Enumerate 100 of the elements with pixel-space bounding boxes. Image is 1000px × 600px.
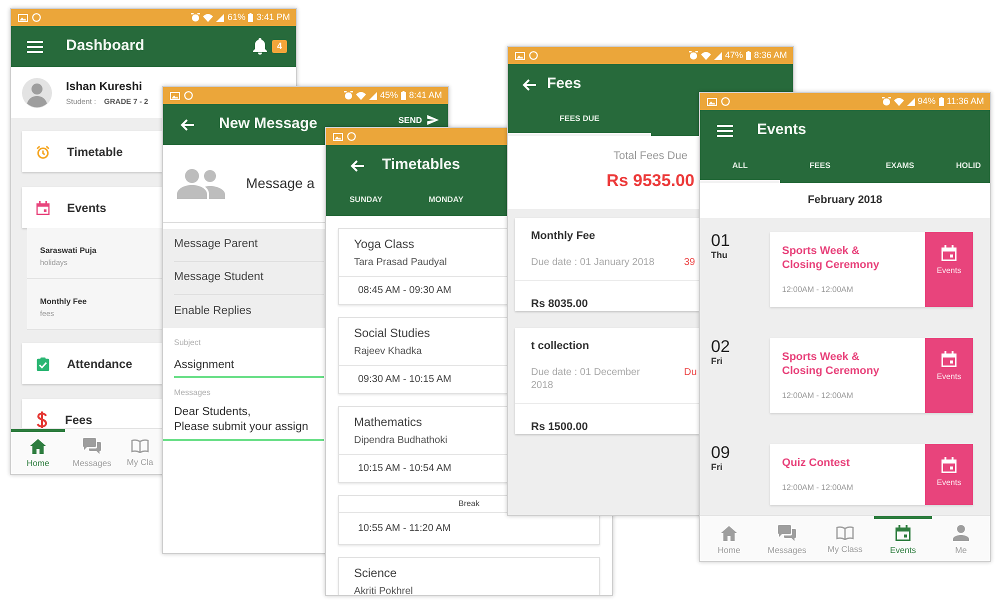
recipients-text[interactable]: Message a xyxy=(246,173,314,194)
period-time: 09:30 AM - 10:15 AM xyxy=(358,373,452,386)
bell-icon[interactable] xyxy=(252,38,267,55)
battery-icon xyxy=(746,51,751,60)
menu-icon[interactable] xyxy=(27,40,43,52)
chat-icon xyxy=(83,438,101,454)
back-arrow-icon[interactable] xyxy=(350,160,364,172)
category-label: Events xyxy=(936,372,962,382)
menu-item[interactable]: Fees xyxy=(22,399,162,428)
person-icon xyxy=(953,525,969,542)
total-amount: Rs 9535.00 xyxy=(606,170,694,191)
alarm-icon xyxy=(882,97,891,106)
clipboard-check-icon xyxy=(36,356,50,370)
send-icon xyxy=(427,115,439,125)
subject-name: Social Studies xyxy=(354,326,430,341)
battery-icon xyxy=(248,13,254,22)
tab[interactable]: FEES DUE xyxy=(508,105,651,136)
calendar-icon xyxy=(941,457,957,473)
weekday: Thu xyxy=(711,250,728,261)
send-button[interactable]: SEND xyxy=(398,115,439,125)
screen-title: Fees xyxy=(547,74,582,94)
option-row[interactable]: Message Student xyxy=(174,262,324,295)
tab[interactable]: FEES xyxy=(780,151,860,183)
tab[interactable]: EXAMS xyxy=(860,151,940,183)
fee-amount: Rs 8035.00 xyxy=(531,297,588,311)
signal-icon xyxy=(216,14,224,22)
back-arrow-icon[interactable] xyxy=(522,78,536,90)
event-title: Sports Week & Closing Ceremony xyxy=(782,244,880,272)
wifi-icon xyxy=(700,52,711,60)
message-field[interactable]: Dear Students, Please submit your assign xyxy=(163,398,324,441)
circle-icon xyxy=(184,91,193,100)
alarm-clock-icon xyxy=(36,144,50,158)
book-icon xyxy=(836,526,854,540)
subject-field[interactable]: Assignment xyxy=(174,354,324,378)
circle-icon xyxy=(529,51,538,60)
subject-name: Mathematics xyxy=(354,415,422,430)
due-date: Due date : 01 January 2018 xyxy=(531,256,656,269)
menu-item[interactable]: Timetable xyxy=(22,131,162,172)
calendar-icon xyxy=(941,351,957,367)
alarm-icon xyxy=(344,91,353,100)
nav-tab[interactable]: Home xyxy=(11,429,65,474)
battery-percent: 47% xyxy=(724,51,743,60)
weekday: Fri xyxy=(711,462,723,473)
battery-percent: 45% xyxy=(380,91,398,100)
tab[interactable]: ALL xyxy=(700,151,780,183)
field-label: Messages xyxy=(174,388,210,398)
image-icon xyxy=(170,92,180,100)
alarm-icon xyxy=(191,13,200,22)
home-icon xyxy=(721,526,737,541)
alarm-icon xyxy=(688,51,698,60)
signal-icon xyxy=(714,52,722,60)
clock-time: 11:36 AM xyxy=(946,97,984,106)
subject-name: Yoga Class xyxy=(354,237,414,252)
menu-item[interactable]: Events xyxy=(22,187,162,228)
clock-time: 3:41 PM xyxy=(256,13,290,22)
tab[interactable]: HOLID xyxy=(940,151,990,183)
tab[interactable]: MONDAY xyxy=(406,186,486,216)
event-card[interactable]: Sports Week & Closing Ceremony 12:00AM - 12:00AM Events xyxy=(770,338,973,413)
event-time: 12:00AM - 12:00AM xyxy=(782,284,854,295)
event-card[interactable]: Sports Week & Closing Ceremony 12:00AM - 12:00AM Events xyxy=(770,232,973,307)
screen-title: Timetables xyxy=(382,155,460,176)
teacher-name: Akriti Pokhrel xyxy=(354,585,413,595)
status-text: Du xyxy=(684,366,697,379)
circle-icon xyxy=(32,13,41,22)
teacher-name: Tara Prasad Paudyal xyxy=(354,256,447,269)
screen-title: Dashboard xyxy=(66,36,144,56)
clock-time: 8:36 AM xyxy=(754,51,787,60)
circle-icon xyxy=(721,97,730,106)
chat-icon xyxy=(778,525,796,542)
event-title: Saraswati Puja xyxy=(40,246,96,256)
period-time: 10:15 AM - 10:54 AM xyxy=(358,462,452,475)
day-number: 09 xyxy=(711,444,730,462)
avatar-icon xyxy=(22,78,52,108)
menu-item[interactable]: Attendance xyxy=(22,343,162,384)
calendar-icon xyxy=(895,525,911,542)
event-title: Quiz Contest xyxy=(782,456,850,470)
signal-icon xyxy=(906,98,915,106)
notification-badge: 4 xyxy=(272,40,287,53)
period-time: 08:45 AM - 09:30 AM xyxy=(358,284,452,297)
menu-icon[interactable] xyxy=(717,124,733,136)
field-label: Subject xyxy=(174,338,201,348)
category-label: Events xyxy=(936,478,962,488)
event-title: Monthly Fee xyxy=(40,297,87,307)
circle-icon xyxy=(347,132,356,141)
option-row[interactable]: Enable Replies xyxy=(174,295,324,328)
event-title: Sports Week & Closing Ceremony xyxy=(782,350,880,378)
fee-amount: Rs 1500.00 xyxy=(531,420,588,434)
nav-tab[interactable]: Events xyxy=(874,516,932,561)
event-card[interactable]: Quiz Contest 12:00AM - 12:00AM Events xyxy=(770,444,973,505)
option-row[interactable]: Message Parent xyxy=(174,229,324,262)
status-text: 39 xyxy=(684,256,696,269)
back-arrow-icon[interactable] xyxy=(180,118,194,130)
teacher-name: Rajeev Khadka xyxy=(354,345,422,358)
wifi-icon xyxy=(894,98,904,106)
clock-time: 8:41 AM xyxy=(408,91,442,100)
battery-percent: 94% xyxy=(918,97,936,106)
period-time: 10:55 AM - 11:20 AM xyxy=(358,522,451,535)
student-name: Ishan Kureshi xyxy=(66,80,144,94)
day-number: 01 xyxy=(711,232,730,250)
tab[interactable]: SUNDAY xyxy=(326,186,406,216)
